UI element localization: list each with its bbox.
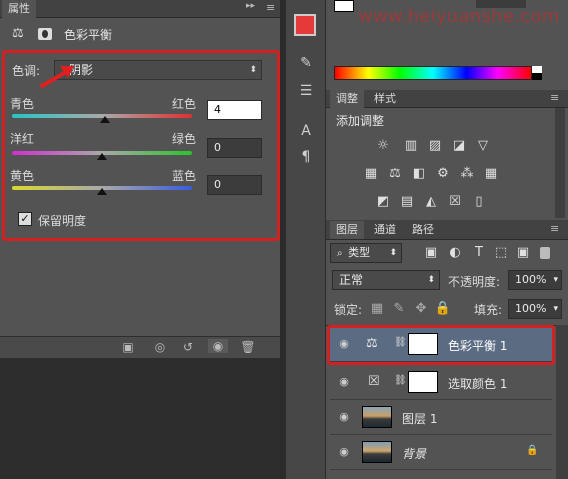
lock-all-icon[interactable]: 🔒 [434, 301, 452, 317]
fill-dropdown-icon: ▾ [553, 304, 558, 314]
filter-search-icon: ⌕ [337, 248, 343, 259]
levels-icon[interactable]: ▥ [402, 138, 420, 154]
color-spectrum-black-white[interactable] [532, 66, 542, 80]
visibility-eye-icon[interactable]: ◉ [208, 339, 228, 353]
hue-saturation-icon[interactable]: ▦ [362, 166, 380, 182]
layer-filter-select[interactable]: ⌕ 类型 ⬍ [330, 243, 402, 263]
color-lookup-icon[interactable]: ▦ [482, 166, 500, 182]
photo-filter-icon[interactable]: ⚙ [434, 166, 452, 182]
brightness-icon[interactable]: ☼ [374, 138, 392, 154]
properties-highlight-box [2, 50, 280, 241]
properties-tabbar: 属性 ▸▸ ≡ [0, 0, 280, 18]
tab-channels[interactable]: 通道 [370, 221, 400, 239]
tab-properties[interactable]: 属性 [2, 0, 36, 18]
vibrance-icon[interactable]: ▽ [474, 138, 492, 154]
foreground-swatch[interactable] [334, 0, 354, 12]
empty-panel-area [0, 358, 280, 479]
view-previous-icon[interactable]: ◎ [150, 340, 170, 354]
exposure-icon[interactable]: ◪ [450, 138, 468, 154]
fill-label: 填充: [474, 303, 503, 317]
fill-input[interactable]: 100% ▾ [508, 299, 562, 319]
filter-smart-object-icon[interactable]: ▣ [514, 245, 532, 261]
layers-scrollbar[interactable] [556, 325, 568, 479]
layer-row-background[interactable]: ◉ 背景 🔒 [330, 436, 552, 470]
adjustments-scrollbar[interactable] [555, 108, 565, 218]
filter-kind-value: 类型 [348, 246, 371, 259]
lock-image-icon[interactable]: ✎ [390, 301, 408, 317]
layer-thumbnail[interactable] [362, 406, 392, 428]
properties-bottom-bar: ▣ ◎ ↺ ◉ 🗑 [0, 336, 280, 358]
tab-layers[interactable]: 图层 [330, 221, 364, 239]
panel-menu-icon[interactable]: ≡ [266, 1, 275, 14]
layer-mask-thumbnail[interactable] [408, 371, 438, 393]
lock-icon: 🔒 [526, 445, 539, 456]
selective-color-icon[interactable]: ☒ [446, 194, 464, 210]
clip-to-layer-icon[interactable]: ▣ [118, 340, 138, 354]
filter-adjustment-icon[interactable]: ◐ [446, 245, 464, 261]
adjustments-body: 添加调整 ☼ ▥ ▨ ◪ ▽ ▦ ⚖ ◧ ⚙ ⁂ ▦ ◩ ▤ ◭ ☒ ▯ [326, 108, 568, 218]
visibility-eye-icon[interactable]: ◉ [336, 410, 352, 424]
brush-icon[interactable]: ✎ [296, 54, 316, 72]
threshold-icon[interactable]: ◭ [422, 194, 440, 210]
filter-type-icon[interactable]: T [470, 245, 488, 261]
lock-position-icon[interactable]: ✥ [412, 301, 430, 317]
layer-name: 选取颜色 1 [448, 377, 508, 391]
layers-menu-icon[interactable]: ≡ [550, 222, 559, 235]
layer-thumbnail[interactable] [362, 441, 392, 463]
posterize-icon[interactable]: ▤ [398, 194, 416, 210]
curves-icon[interactable]: ▨ [426, 138, 444, 154]
filter-arrows-icon: ⬍ [389, 248, 397, 258]
adjustments-tabbar: 调整 样式 ≡ [326, 90, 568, 108]
invert-icon[interactable]: ◩ [374, 194, 392, 210]
filter-pixel-icon[interactable]: ▣ [422, 245, 440, 261]
opacity-input[interactable]: 100% ▾ [508, 270, 562, 290]
black-white-icon[interactable]: ◧ [410, 166, 428, 182]
watermark-text: www.heiyuanshe.com [358, 6, 560, 27]
layer-name: 图层 1 [402, 412, 438, 426]
opacity-label: 不透明度: [448, 275, 501, 289]
balance-icon: ⚖ [12, 26, 24, 41]
layer-row-selective-color[interactable]: ◉ ☒ ⛓ 选取颜色 1 [330, 366, 552, 400]
color-balance-icon[interactable]: ⚖ [386, 166, 404, 182]
blend-mode-select[interactable]: 正常 ⬍ [332, 270, 440, 290]
adjustments-menu-icon[interactable]: ≡ [550, 91, 559, 104]
filter-shape-icon[interactable]: ⬚ [492, 245, 510, 261]
layer-highlight-box [327, 325, 555, 365]
tab-paths[interactable]: 路径 [408, 221, 438, 239]
visibility-eye-icon[interactable]: ◉ [336, 445, 352, 459]
paragraph-icon[interactable]: ¶ [296, 148, 316, 166]
layer-name: 背景 [402, 447, 427, 461]
link-icon[interactable]: ⛓ [394, 375, 407, 386]
opacity-dropdown-icon: ▾ [553, 275, 558, 285]
fill-value: 100% [515, 302, 547, 315]
lock-label: 锁定: [334, 303, 363, 317]
opacity-value: 100% [515, 273, 547, 286]
delete-trash-icon[interactable]: 🗑 [238, 340, 258, 354]
tab-styles[interactable]: 样式 [370, 90, 400, 108]
color-spectrum-bar[interactable] [334, 66, 532, 80]
blend-arrows-icon: ⬍ [427, 275, 435, 285]
reset-icon[interactable]: ↺ [178, 340, 198, 354]
tool-strip: ✎ ☰ A ¶ [286, 0, 326, 479]
layer-row-layer-1[interactable]: ◉ 图层 1 [330, 401, 552, 435]
add-adjustment-label: 添加调整 [336, 114, 385, 128]
gradient-map-icon[interactable]: ▯ [470, 194, 488, 210]
visibility-eye-icon[interactable]: ◉ [336, 375, 352, 389]
selective-color-type-icon: ☒ [368, 374, 380, 389]
layers-tabbar: 图层 通道 路径 ≡ [326, 220, 568, 240]
settings-sliders-icon[interactable]: ☰ [296, 82, 316, 100]
color-swatch-icon[interactable] [294, 14, 316, 36]
filter-toggle[interactable] [540, 247, 550, 259]
tab-adjustments[interactable]: 调整 [330, 90, 364, 108]
character-icon[interactable]: A [296, 122, 316, 140]
blend-mode-value: 正常 [339, 273, 364, 287]
properties-title: 色彩平衡 [64, 28, 113, 42]
mask-icon[interactable] [38, 28, 52, 40]
collapse-icon[interactable]: ▸▸ [246, 1, 255, 11]
lock-transparent-icon[interactable]: ▦ [368, 301, 386, 317]
channel-mixer-icon[interactable]: ⁂ [458, 166, 476, 182]
